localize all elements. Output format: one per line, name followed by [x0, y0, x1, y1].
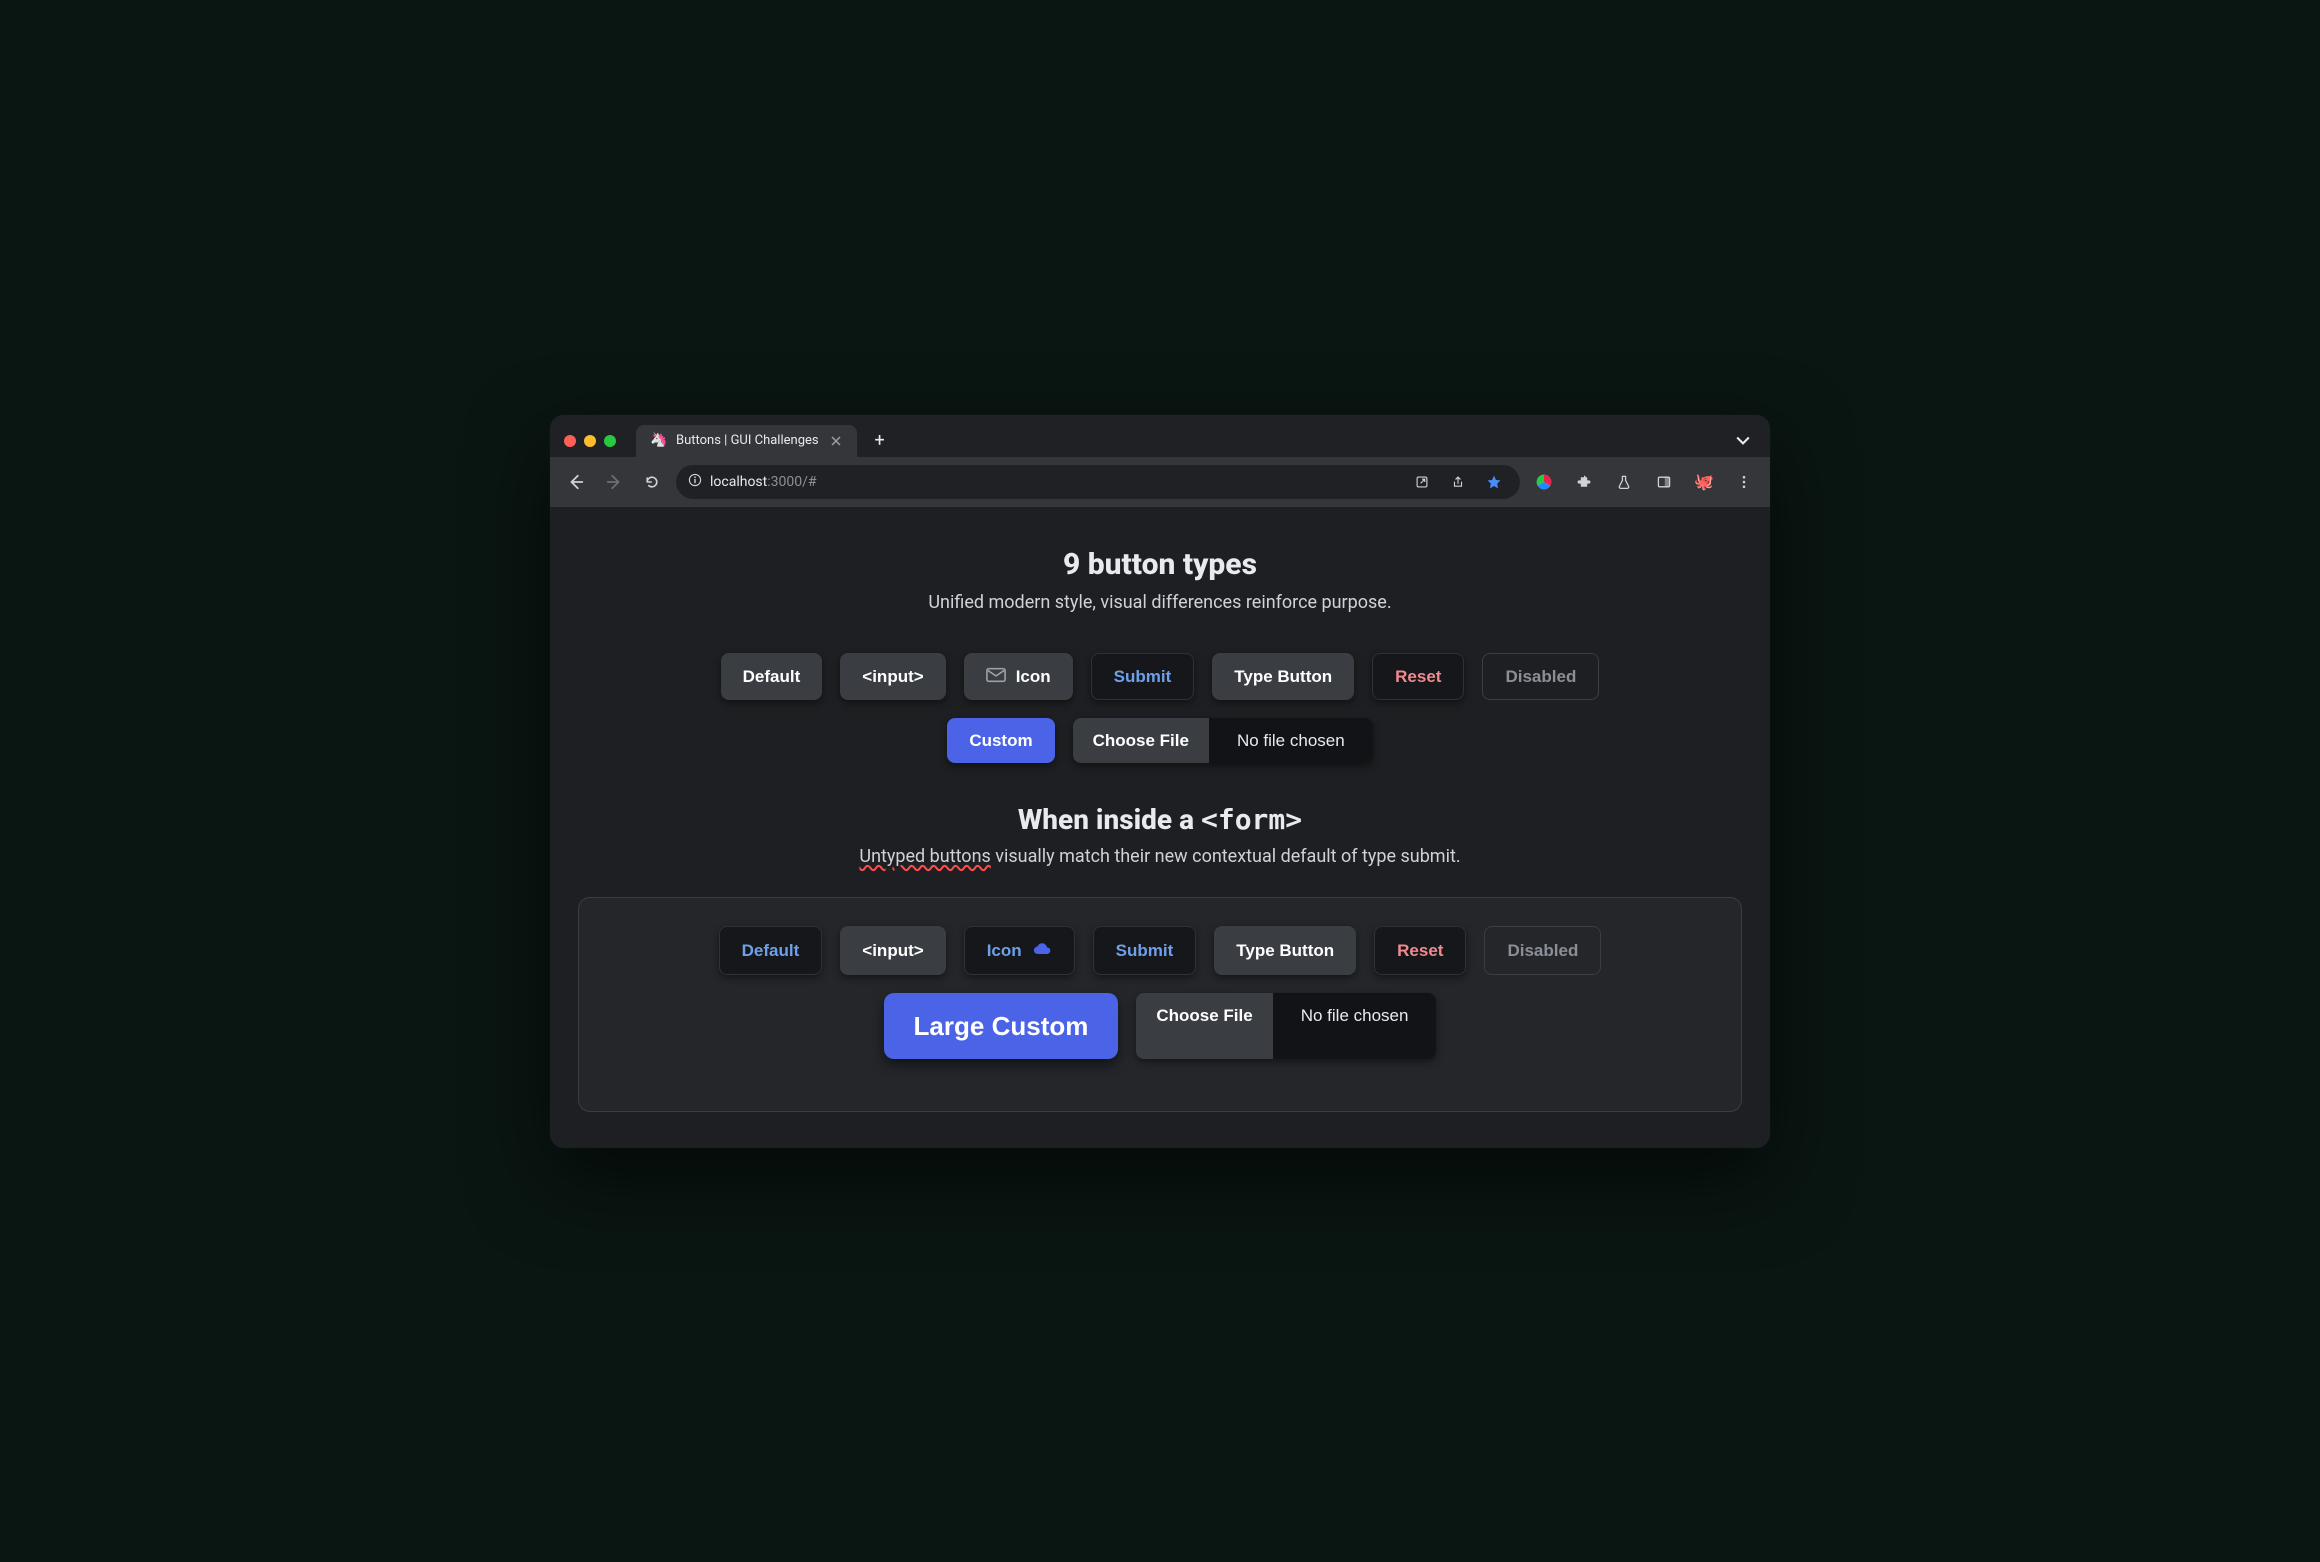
section2-title-prefix: When inside a [1018, 803, 1201, 836]
envelope-icon [986, 667, 1006, 686]
file-input[interactable]: Choose File No file chosen [1073, 718, 1373, 763]
section1-row1: Default <input> Icon Submit Type Button … [578, 653, 1742, 700]
back-button[interactable] [562, 468, 590, 496]
form-icon-button-label: Icon [987, 942, 1022, 959]
address-bar[interactable]: localhost:3000/# [676, 465, 1520, 499]
section1-subtitle: Unified modern style, visual differences… [578, 592, 1742, 613]
choose-file-button[interactable]: Choose File [1073, 718, 1209, 763]
profile-avatar[interactable]: 🐙 [1690, 468, 1718, 496]
form-icon-button[interactable]: Icon [964, 926, 1075, 975]
bookmark-star-icon[interactable] [1480, 468, 1508, 496]
close-window-button[interactable] [564, 435, 576, 447]
browser-toolbar: localhost:3000/# [550, 457, 1770, 507]
input-button[interactable]: <input> [840, 653, 945, 700]
section2-row1: Default <input> Icon Submit Type Button … [599, 926, 1721, 975]
tab-favicon: 🦄 [650, 433, 666, 449]
browser-tab[interactable]: 🦄 Buttons | GUI Challenges [636, 425, 857, 457]
tab-title: Buttons | GUI Challenges [676, 433, 819, 448]
share-icon[interactable] [1444, 468, 1472, 496]
kebab-menu-icon[interactable] [1730, 468, 1758, 496]
default-button[interactable]: Default [721, 653, 823, 700]
section2-title-code: <form> [1201, 803, 1302, 836]
panel-icon[interactable] [1650, 468, 1678, 496]
maximize-window-button[interactable] [604, 435, 616, 447]
tabs-dropdown-button[interactable] [1730, 431, 1756, 450]
section2-title: When inside a <form> [578, 803, 1742, 836]
tab-strip: 🦄 Buttons | GUI Challenges + [550, 415, 1770, 457]
form-choose-file-button[interactable]: Choose File [1136, 993, 1272, 1059]
reset-button[interactable]: Reset [1372, 653, 1464, 700]
close-tab-button[interactable] [829, 434, 843, 448]
form-type-button[interactable]: Type Button [1214, 926, 1356, 975]
page-content: 9 button types Unified modern style, vis… [550, 507, 1770, 1148]
form-file-chosen-label: No file chosen [1273, 993, 1437, 1059]
url-text: localhost:3000/# [710, 474, 1400, 490]
submit-button[interactable]: Submit [1091, 653, 1195, 700]
disabled-button: Disabled [1482, 653, 1599, 700]
form-large-custom-button[interactable]: Large Custom [884, 993, 1119, 1059]
form-reset-button[interactable]: Reset [1374, 926, 1466, 975]
type-button[interactable]: Type Button [1212, 653, 1354, 700]
window-controls [564, 435, 616, 447]
browser-window: 🦄 Buttons | GUI Challenges + localh [550, 415, 1770, 1148]
section1-title: 9 button types [578, 547, 1742, 582]
icon-button-label: Icon [1016, 668, 1051, 685]
form-disabled-button: Disabled [1484, 926, 1601, 975]
section1-row2: Custom Choose File No file chosen [578, 718, 1742, 763]
site-info-icon[interactable] [688, 473, 702, 491]
form-file-input[interactable]: Choose File No file chosen [1136, 993, 1436, 1059]
section2-subtitle-rest: visually match their new contextual defa… [991, 846, 1461, 867]
extensions-puzzle-icon[interactable] [1570, 468, 1598, 496]
form-input-button[interactable]: <input> [840, 926, 945, 975]
section2-row2: Large Custom Choose File No file chosen [599, 993, 1721, 1059]
labs-flask-icon[interactable] [1610, 468, 1638, 496]
icon-button[interactable]: Icon [964, 653, 1073, 700]
cloud-icon [1032, 941, 1052, 960]
extensions-strip: 🐙 [1530, 468, 1758, 496]
minimize-window-button[interactable] [584, 435, 596, 447]
new-tab-button[interactable]: + [867, 428, 893, 454]
section2-subtitle-highlight: Untyped buttons [859, 846, 990, 867]
file-chosen-label: No file chosen [1209, 718, 1373, 763]
form-panel: Default <input> Icon Submit Type Button … [578, 897, 1742, 1112]
form-submit-button[interactable]: Submit [1093, 926, 1197, 975]
form-default-button[interactable]: Default [719, 926, 823, 975]
forward-button[interactable] [600, 468, 628, 496]
extension-icon-1[interactable] [1530, 468, 1558, 496]
custom-button[interactable]: Custom [947, 718, 1054, 763]
section2-subtitle: Untyped buttons visually match their new… [578, 846, 1742, 867]
reload-button[interactable] [638, 468, 666, 496]
open-external-icon[interactable] [1408, 468, 1436, 496]
